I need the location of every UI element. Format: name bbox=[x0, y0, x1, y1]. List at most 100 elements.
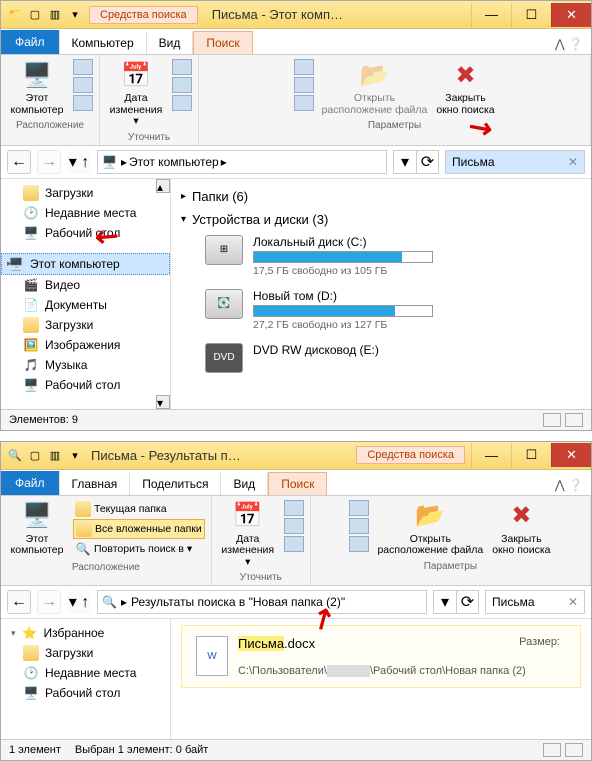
tab-file[interactable]: Файл bbox=[1, 30, 60, 54]
view-details-button[interactable] bbox=[543, 413, 561, 427]
search-folder-icon: 🔍 bbox=[7, 447, 23, 463]
tab-file[interactable]: Файл bbox=[1, 471, 60, 495]
close-search-button[interactable]: ✖ Закрыть окно поиска bbox=[491, 500, 551, 557]
address-bar: ← → ▾ ↑ 🔍 ▸ Результаты поиска в "Новая п… bbox=[1, 586, 591, 619]
search-again-button[interactable]: 🔍Повторить поиск в ▾ bbox=[73, 540, 205, 558]
tab-share[interactable]: Поделиться bbox=[130, 473, 221, 495]
maximize-button[interactable]: ☐ bbox=[511, 443, 551, 467]
this-pc-button[interactable]: 🖥️ Этот компьютер bbox=[7, 59, 67, 116]
up-button[interactable]: ▾ ↑ bbox=[67, 150, 91, 174]
titlebar[interactable]: 📁 ▢ ▥ ▾ Средства поиска Письма - Этот ко… bbox=[1, 1, 591, 29]
qat-icon[interactable]: ▥ bbox=[47, 447, 63, 463]
date-modified-button[interactable]: 📅 Дата изменения ▾ bbox=[218, 500, 278, 569]
group-label: Расположение bbox=[16, 120, 84, 131]
date-modified-button[interactable]: 📅 Дата изменения ▾ bbox=[106, 59, 166, 128]
ribbon-help[interactable]: ⋀ ❔ bbox=[547, 475, 591, 495]
params-small-buttons[interactable] bbox=[294, 59, 314, 111]
qat-icon[interactable]: ▢ bbox=[27, 447, 43, 463]
refresh-button[interactable]: ⟳ bbox=[456, 591, 478, 613]
sidebar-item[interactable]: Загрузки bbox=[1, 643, 170, 663]
drive-item[interactable]: ⊞ Локальный диск (C:) 17,5 ГБ свободно и… bbox=[181, 231, 581, 285]
clear-search-icon[interactable]: ✕ bbox=[568, 595, 578, 609]
tab-view[interactable]: Вид bbox=[221, 473, 268, 495]
qat-icon[interactable]: ▥ bbox=[47, 7, 63, 23]
search-result-item[interactable]: W Письма.docx C:\Пользователи\ \Рабочий … bbox=[181, 625, 581, 688]
address-input[interactable]: 🖥️ ▸ Этот компьютер ▸ bbox=[97, 150, 387, 174]
item-count: 1 элемент bbox=[9, 744, 61, 756]
sidebar-item[interactable]: 🖥️Рабочий стол bbox=[1, 375, 170, 395]
close-search-button[interactable]: ✖ Закрыть окно поиска bbox=[436, 59, 496, 116]
params-small-buttons[interactable] bbox=[349, 500, 369, 552]
address-input[interactable]: 🔍 ▸ Результаты поиска в "Новая папка (2)… bbox=[97, 590, 427, 614]
sidebar-item[interactable]: Загрузки bbox=[1, 315, 170, 335]
search-input[interactable]: Письма ✕ bbox=[445, 150, 585, 174]
content-area: ▴ Загрузки 🕑Недавние места 🖥️Рабочий сто… bbox=[1, 179, 591, 409]
view-icons-button[interactable] bbox=[565, 413, 583, 427]
expand-icon[interactable]: ▸ bbox=[7, 258, 12, 269]
back-button[interactable]: ← bbox=[7, 590, 31, 614]
selection-info: Выбран 1 элемент: 0 байт bbox=[75, 744, 208, 756]
sidebar-item-this-pc[interactable]: ▸🖥️Этот компьютер bbox=[1, 253, 170, 275]
qat-dropdown-icon[interactable]: ▾ bbox=[67, 447, 83, 463]
drive-item[interactable]: 💽 Новый том (D:) 27,2 ГБ свободно из 127… bbox=[181, 285, 581, 339]
sidebar-item[interactable]: 🎵Музыка bbox=[1, 355, 170, 375]
search-icon: 🔍 bbox=[102, 595, 117, 609]
explorer-window-1: 📁 ▢ ▥ ▾ Средства поиска Письма - Этот ко… bbox=[0, 0, 592, 431]
result-size-label: Размер: bbox=[519, 636, 560, 648]
sidebar-item[interactable]: 🎬Видео bbox=[1, 275, 170, 295]
sidebar-favorites-header[interactable]: ▾⭐Избранное bbox=[1, 623, 170, 643]
results-pane: W Письма.docx C:\Пользователи\ \Рабочий … bbox=[171, 619, 591, 739]
scroll-down[interactable]: ▾ bbox=[156, 395, 170, 409]
group-label: Уточнить bbox=[240, 572, 282, 583]
address-dropdown[interactable]: ▾ bbox=[394, 151, 416, 173]
qat: 📁 ▢ ▥ ▾ bbox=[1, 7, 83, 23]
sidebar-item[interactable]: Загрузки bbox=[1, 183, 170, 203]
forward-button[interactable]: → bbox=[37, 590, 61, 614]
current-folder-button[interactable]: Текущая папка bbox=[73, 500, 205, 518]
clear-search-icon[interactable]: ✕ bbox=[568, 155, 578, 169]
this-pc-button[interactable]: 🖥️ Этот компьютер bbox=[7, 500, 67, 557]
pictures-icon: 🖼️ bbox=[23, 337, 39, 353]
search-input[interactable]: Письма ✕ bbox=[485, 590, 585, 614]
qat-dropdown-icon[interactable]: ▾ bbox=[67, 7, 83, 23]
refresh-button[interactable]: ⟳ bbox=[416, 151, 438, 173]
location-small-buttons[interactable] bbox=[73, 59, 93, 111]
tab-computer[interactable]: Компьютер bbox=[60, 32, 147, 54]
back-button[interactable]: ← bbox=[7, 150, 31, 174]
refine-small-buttons[interactable] bbox=[172, 59, 192, 111]
sidebar-item[interactable]: 🖥️Рабочий стол bbox=[1, 683, 170, 703]
sidebar-item[interactable]: 🖥️Рабочий стол bbox=[1, 223, 170, 243]
minimize-button[interactable]: — bbox=[471, 443, 511, 467]
tab-search[interactable]: Поиск bbox=[268, 472, 327, 495]
refine-small-buttons[interactable] bbox=[284, 500, 304, 552]
devices-section-header[interactable]: ▾Устройства и диски (3) bbox=[181, 208, 581, 231]
maximize-button[interactable]: ☐ bbox=[511, 3, 551, 27]
forward-button[interactable]: → bbox=[37, 150, 61, 174]
open-location-button: 📂 Открыть расположение файла bbox=[320, 59, 430, 116]
scroll-up[interactable]: ▴ bbox=[156, 179, 170, 193]
drive-item[interactable]: DVD DVD RW дисковод (E:) bbox=[181, 339, 581, 381]
sidebar-item[interactable]: 🕑Недавние места bbox=[1, 663, 170, 683]
tab-search[interactable]: Поиск bbox=[193, 31, 252, 54]
minimize-button[interactable]: — bbox=[471, 3, 511, 27]
sidebar-item[interactable]: 📄Документы bbox=[1, 295, 170, 315]
tab-home[interactable]: Главная bbox=[60, 473, 131, 495]
view-icons-button[interactable] bbox=[565, 743, 583, 757]
address-dropdown[interactable]: ▾ bbox=[434, 591, 456, 613]
all-subfolders-button[interactable]: Все вложенные папки bbox=[73, 519, 205, 539]
titlebar[interactable]: 🔍 ▢ ▥ ▾ Письма - Результаты п… Средства … bbox=[1, 442, 591, 470]
close-button[interactable]: ✕ bbox=[551, 443, 591, 467]
open-location-button[interactable]: 📂 Открыть расположение файла bbox=[375, 500, 485, 557]
qat-icon[interactable]: ▢ bbox=[27, 7, 43, 23]
folder-icon: 📁 bbox=[7, 7, 23, 23]
calendar-icon: 📅 bbox=[120, 59, 152, 91]
sidebar-item[interactable]: 🖼️Изображения bbox=[1, 335, 170, 355]
up-button[interactable]: ▾ ↑ bbox=[67, 590, 91, 614]
view-details-button[interactable] bbox=[543, 743, 561, 757]
tab-view[interactable]: Вид bbox=[147, 32, 194, 54]
sidebar-item[interactable]: 🕑Недавние места bbox=[1, 203, 170, 223]
ribbon-help[interactable]: ⋀ ❔ bbox=[547, 34, 591, 54]
desktop-icon: 🖥️ bbox=[23, 225, 39, 241]
folders-section-header[interactable]: ▸Папки (6) bbox=[181, 185, 581, 208]
close-button[interactable]: ✕ bbox=[551, 3, 591, 27]
